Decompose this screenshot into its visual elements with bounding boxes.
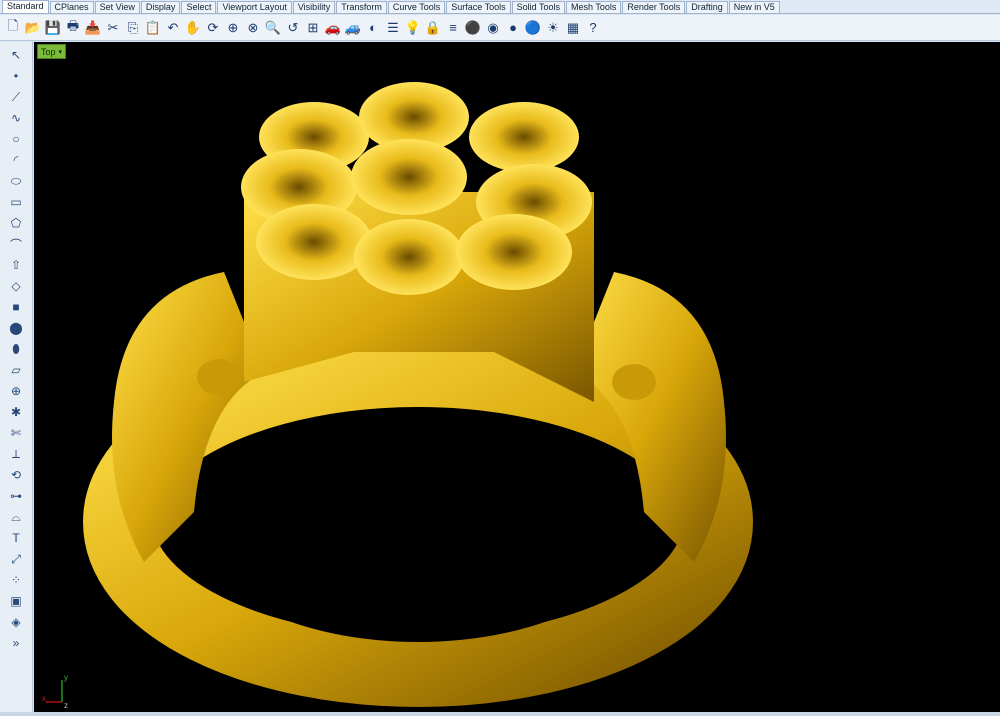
more-icon[interactable]: »	[5, 634, 27, 652]
tab-display[interactable]: Display	[140, 1, 181, 13]
tab-cplanes[interactable]: CPlanes	[49, 1, 94, 13]
tab-viewport-layout[interactable]: Viewport Layout	[217, 1, 292, 13]
tab-transform[interactable]: Transform	[336, 1, 387, 13]
ellipse-icon[interactable]: ⬭	[5, 172, 27, 190]
tab-surface-tools[interactable]: Surface Tools	[446, 1, 511, 13]
polygon-icon[interactable]: ⬠	[5, 214, 27, 232]
tab-render-tools[interactable]: Render Tools	[622, 1, 686, 13]
axis-z-label: z	[64, 701, 68, 708]
text-icon[interactable]: T	[5, 529, 27, 547]
car-gray-icon[interactable]: 🚙	[344, 19, 362, 37]
curve-icon[interactable]: ∿	[5, 109, 27, 127]
zoom-extents-icon[interactable]: ⊗	[244, 19, 262, 37]
gray-sphere-icon[interactable]: ●	[504, 19, 522, 37]
fillet-icon[interactable]: ⌓	[5, 508, 27, 526]
cut-icon[interactable]: ✂	[104, 19, 122, 37]
sphere-group-icon[interactable]: ⬤	[5, 319, 27, 337]
rotate-view-icon[interactable]: ⟳	[204, 19, 222, 37]
circle-icon[interactable]: ○	[5, 130, 27, 148]
light-icon[interactable]: ☀	[544, 19, 562, 37]
axis-icon: y x z	[42, 673, 68, 708]
chevron-down-icon[interactable]: ▾	[59, 48, 63, 56]
loft-icon[interactable]: ◇	[5, 277, 27, 295]
rectangle-icon[interactable]: ▭	[5, 193, 27, 211]
tab-curve-tools[interactable]: Curve Tools	[387, 1, 446, 13]
color-wheel-icon[interactable]: ◉	[484, 19, 502, 37]
toolbar-tabs: Standard CPlanes Set View Display Select View…	[0, 0, 1000, 14]
polyline-icon[interactable]: ⟋	[5, 88, 27, 106]
standard-toolbar: 🗋 📂 💾 🖶 📥 ✂ ⎘ 📋 ↶ ✋ ⟳ ⊕ ⊗ 🔍 ↺ ⊞ 🚗 🚙 ◐ ☰ 💡 🔒 ≡ ⚫ ◉ ● 🔵 ☀ ▦?	[0, 15, 1000, 41]
array-icon[interactable]: ⁘	[5, 571, 27, 589]
new-file-icon[interactable]: 🗋	[4, 18, 22, 37]
main-sidebar-toolbar: ↖ • ⟋ ∿ ○ ◜ ⬭ ▭ ⬠ ⌒ ⇧ ◇ ■ ⬤ ⬮ ▱ ⊕ ✱ ✄ ⟂ ⟲ ⊶ ⌓ T ⤢ ⁘ ▣ ◈ »	[0, 42, 33, 712]
viewport-label[interactable]: Top ▾	[37, 44, 67, 59]
pan-hand-icon[interactable]: ✋	[184, 19, 202, 37]
blue-sphere-icon[interactable]: 🔵	[524, 19, 542, 37]
material-ball-icon[interactable]: ⚫	[464, 19, 482, 37]
ring-model	[83, 82, 753, 707]
viewport-label-text: Top	[41, 46, 56, 57]
rebuild-icon[interactable]: ⟲	[5, 466, 27, 484]
analyze-icon[interactable]: ◈	[5, 613, 27, 631]
group-icon[interactable]: ▣	[5, 592, 27, 610]
axis-y-label: y	[64, 673, 68, 682]
point-icon[interactable]: •	[5, 67, 27, 85]
trim-icon[interactable]: ✄	[5, 424, 27, 442]
zoom-selected-icon[interactable]: 🔍	[264, 19, 282, 37]
tab-solid-tools[interactable]: Solid Tools	[511, 1, 565, 13]
flower-cups	[241, 82, 592, 295]
status-strip	[0, 712, 1000, 716]
undo-icon[interactable]: ↶	[164, 19, 182, 37]
layers-icon[interactable]: ≡	[444, 19, 462, 37]
top-viewport[interactable]: Top ▾ y x z	[34, 42, 1000, 712]
shaded-mode-icon[interactable]: ◐	[364, 19, 382, 37]
arc-icon[interactable]: ◜	[5, 151, 27, 169]
tab-mesh-tools[interactable]: Mesh Tools	[565, 1, 622, 13]
car-object-icon[interactable]: 🚗	[324, 19, 342, 37]
open-folder-icon[interactable]: 📂	[24, 19, 42, 37]
axis-x-label: x	[42, 694, 46, 703]
tab-set-view[interactable]: Set View	[94, 1, 140, 13]
extrude-icon[interactable]: ⇧	[5, 256, 27, 274]
tab-visibility[interactable]: Visibility	[292, 1, 336, 13]
surface-icon[interactable]: ▱	[5, 361, 27, 379]
copy-icon[interactable]: ⎘	[124, 19, 142, 37]
four-viewports-icon[interactable]: ⊞	[304, 19, 322, 37]
lightbulb-icon[interactable]: 💡	[404, 19, 422, 37]
select-arrow-icon[interactable]: ↖	[5, 46, 27, 64]
transform-icon[interactable]: ⤢	[5, 550, 27, 568]
box-icon[interactable]: ■	[5, 298, 27, 316]
join-icon[interactable]: ⊶	[5, 487, 27, 505]
render-icon[interactable]: ▦	[564, 19, 582, 37]
split-icon[interactable]: ⟂	[5, 445, 27, 463]
import-icon[interactable]: 📥	[84, 19, 102, 37]
properties-icon[interactable]: ☰	[384, 19, 402, 37]
boolean-icon[interactable]: ⊕	[5, 382, 27, 400]
paste-icon[interactable]: 📋	[144, 19, 162, 37]
curve-fillet-icon[interactable]: ⌒	[5, 235, 27, 253]
tab-new-in-v5[interactable]: New in V5	[728, 1, 780, 13]
cylinder-icon[interactable]: ⬮	[5, 340, 27, 358]
explode-icon[interactable]: ✱	[5, 403, 27, 421]
print-icon[interactable]: 🖶	[64, 18, 82, 37]
save-icon[interactable]: 💾	[44, 19, 62, 37]
help-icon[interactable]: ?	[584, 19, 602, 37]
tab-drafting[interactable]: Drafting	[686, 1, 728, 13]
undo-view-icon[interactable]: ↺	[284, 19, 302, 37]
tab-select[interactable]: Select	[181, 1, 217, 13]
zoom-window-icon[interactable]: ⊕	[224, 19, 242, 37]
lock-icon[interactable]: 🔒	[424, 19, 442, 37]
tab-standard[interactable]: Standard	[2, 0, 49, 13]
